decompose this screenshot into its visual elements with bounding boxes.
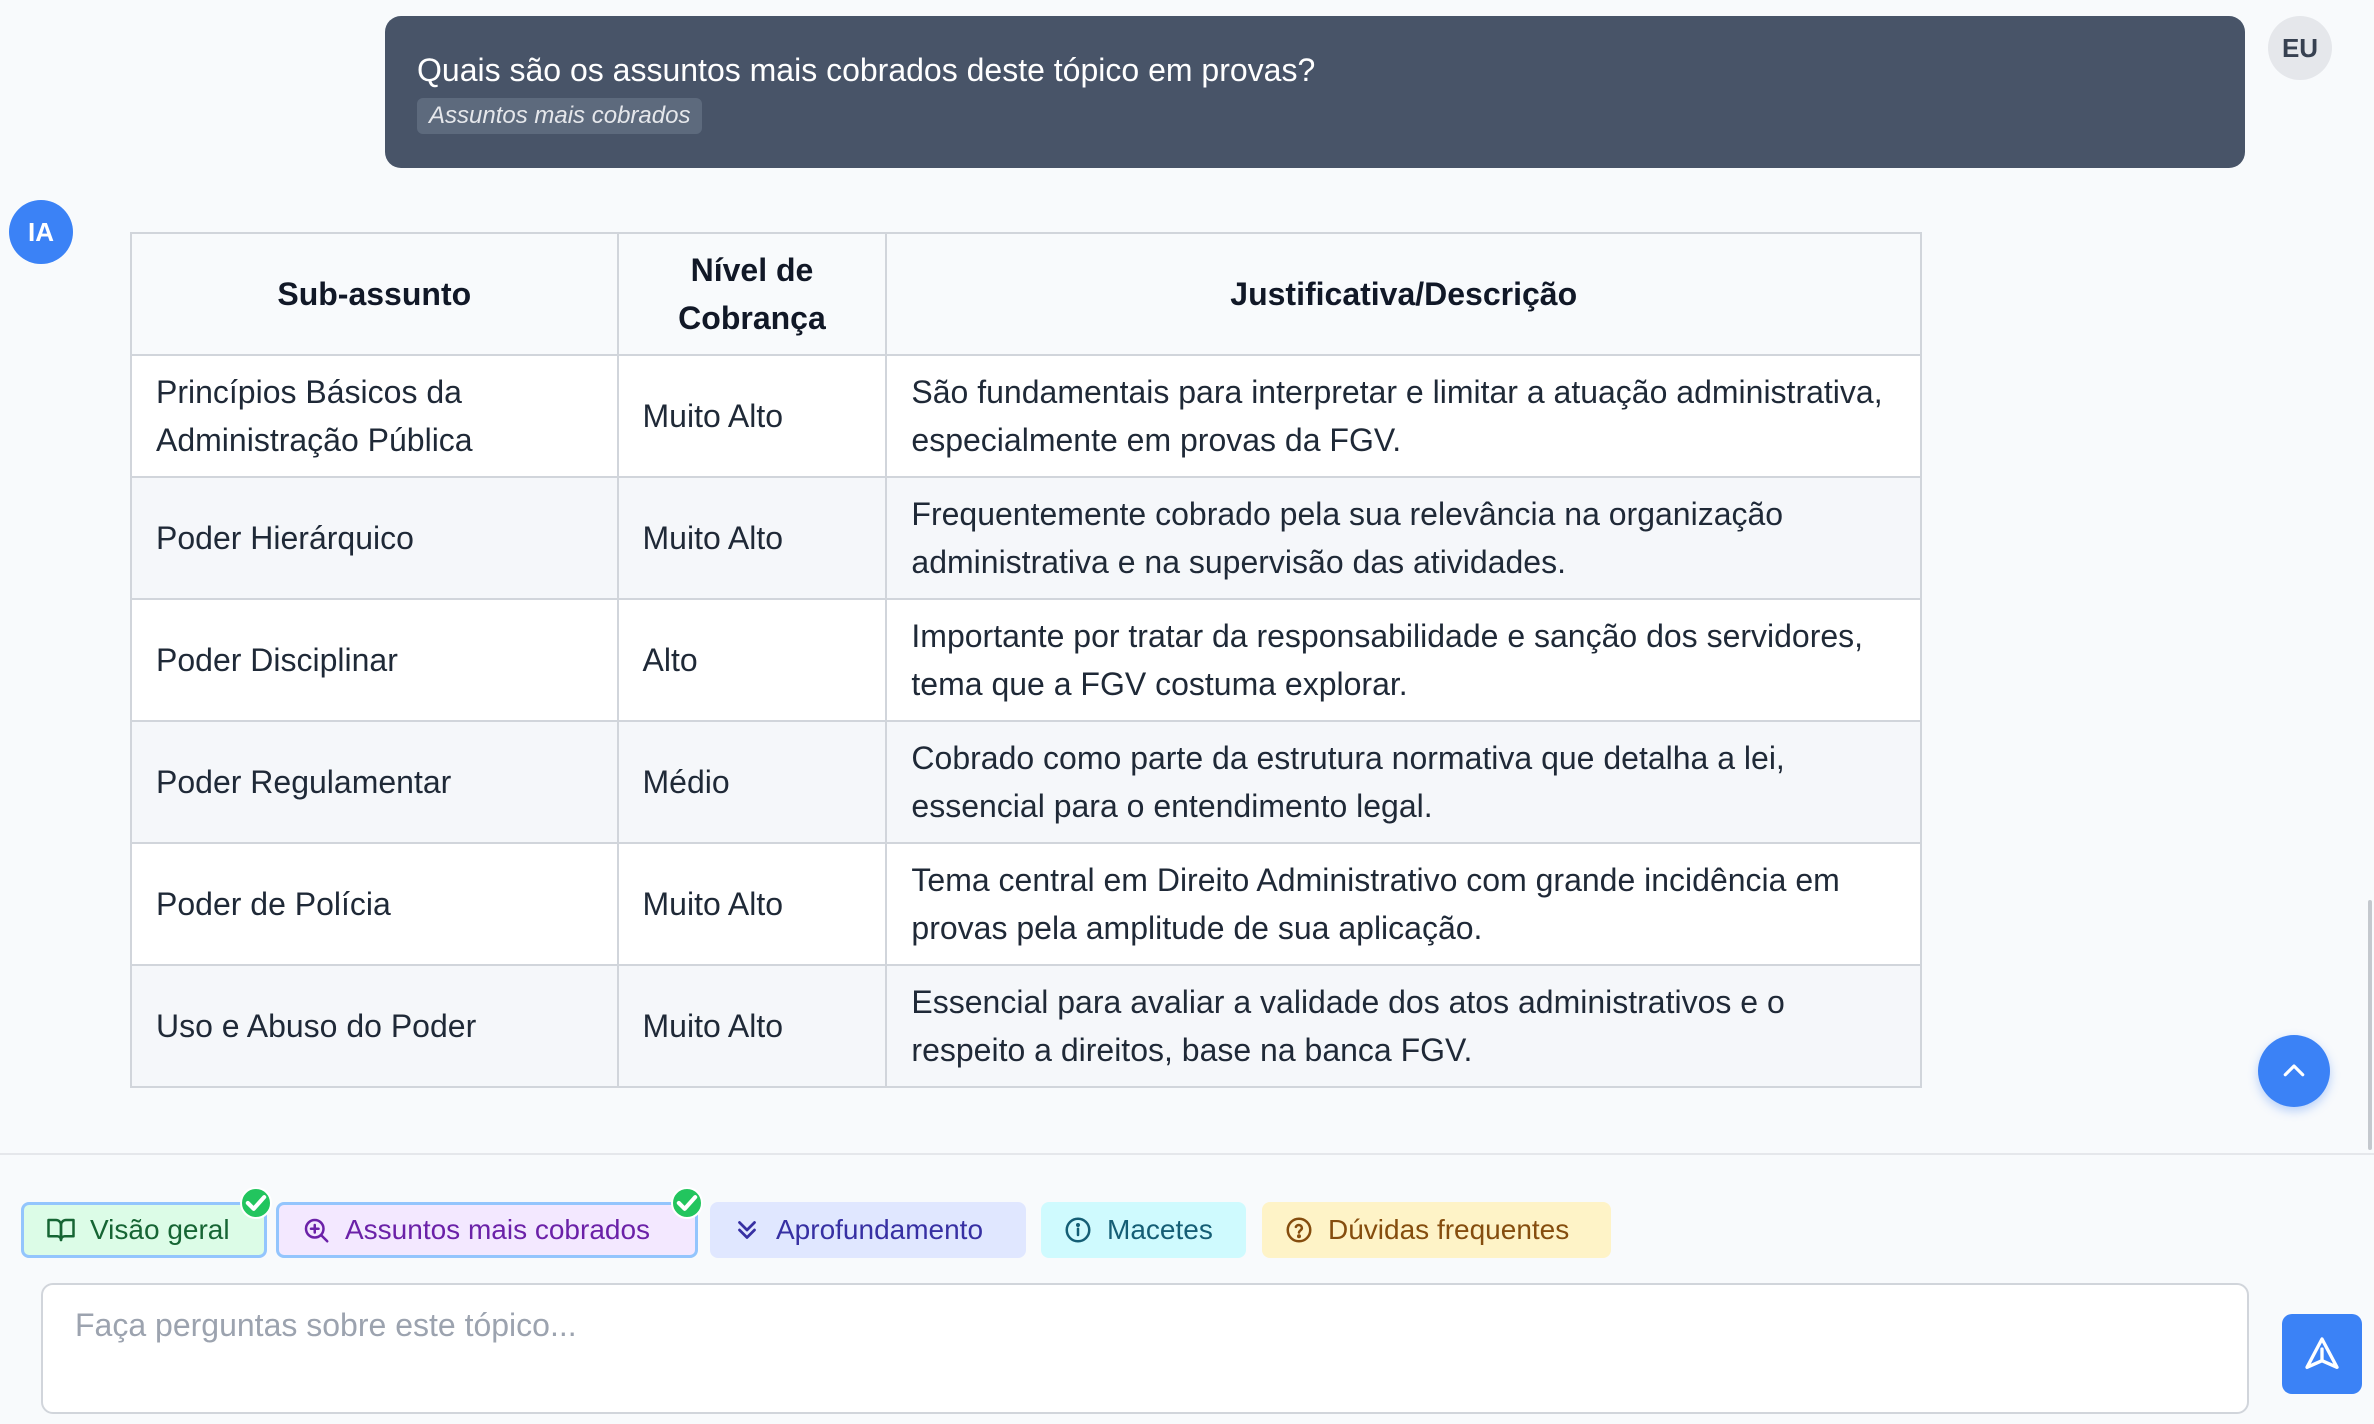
chat-messages-area: Quais são os assuntos mais cobrados dest… — [0, 0, 2374, 1153]
table-cell-description: Essencial para avaliar a validade dos at… — [885, 964, 1922, 1088]
table-row: Poder Disciplinar Alto Importante por tr… — [130, 598, 1922, 722]
table-cell-level: Alto — [616, 598, 888, 722]
quick-action-visao-geral[interactable]: Visão geral — [21, 1187, 272, 1258]
table-header-cell: Nível de Cobrança — [616, 232, 888, 356]
table-row: Princípios Básicos da Administração Públ… — [130, 354, 1922, 478]
search-plus-icon — [304, 1218, 329, 1243]
quick-action-label: Dúvidas frequentes — [1328, 1214, 1570, 1245]
table-header-row: Sub-assunto Nível de Cobrança Justificat… — [130, 232, 1922, 356]
table-cell-description: Importante por tratar da responsabilidad… — [885, 598, 1922, 722]
question-topic-tag: Assuntos mais cobrados — [417, 98, 703, 134]
check-icon — [240, 1187, 272, 1219]
send-button[interactable] — [2282, 1314, 2362, 1394]
table-cell-subject: Poder de Polícia — [130, 842, 619, 966]
quick-action-macetes[interactable]: Macetes — [1041, 1202, 1246, 1258]
table-cell-level: Muito Alto — [616, 354, 888, 478]
quick-action-assuntos-mais-cobrados[interactable]: Assuntos mais cobrados — [276, 1187, 703, 1258]
scroll-to-top-button[interactable] — [2258, 1035, 2330, 1107]
table-row: Poder Regulamentar Médio Cobrado como pa… — [130, 720, 1922, 844]
user-message-bubble: Quais são os assuntos mais cobrados dest… — [385, 16, 2245, 168]
send-icon — [2305, 1337, 2339, 1369]
book-open-icon — [47, 1218, 75, 1242]
quick-action-label: Aprofundamento — [776, 1214, 984, 1245]
table-cell-level: Médio — [616, 720, 888, 844]
quick-action-aprofundamento[interactable]: Aprofundamento — [710, 1202, 1026, 1258]
table-cell-level: Muito Alto — [616, 964, 888, 1088]
table-cell-level: Muito Alto — [616, 476, 888, 600]
table-row: Poder de Polícia Muito Alto Tema central… — [130, 842, 1922, 966]
table-cell-subject: Poder Hierárquico — [130, 476, 619, 600]
quick-action-label: Visão geral — [90, 1214, 230, 1245]
quick-action-duvidas-frequentes[interactable]: Dúvidas frequentes — [1262, 1202, 1611, 1258]
user-avatar: EU — [2268, 16, 2332, 80]
table-row: Poder Hierárquico Muito Alto Frequenteme… — [130, 476, 1922, 600]
table-cell-subject: Uso e Abuso do Poder — [130, 964, 619, 1088]
ai-avatar: IA — [9, 200, 73, 264]
table-header-cell: Sub-assunto — [130, 232, 619, 356]
table-cell-description: Tema central em Direito Administrativo c… — [885, 842, 1922, 966]
table-cell-description: São fundamentais para interpretar e limi… — [885, 354, 1922, 478]
quick-action-label: Macetes — [1107, 1214, 1213, 1245]
table-cell-description: Cobrado como parte da estrutura normativ… — [885, 720, 1922, 844]
check-icon — [671, 1187, 703, 1219]
table-cell-subject: Princípios Básicos da Administração Públ… — [130, 354, 619, 478]
topics-table: Sub-assunto Nível de Cobrança Justificat… — [130, 232, 1922, 1088]
question-input[interactable] — [41, 1283, 2249, 1414]
quick-action-label: Assuntos mais cobrados — [345, 1214, 651, 1245]
chevron-up-icon — [2283, 1064, 2305, 1077]
help-circle-icon — [1286, 1217, 1312, 1243]
table-header-cell: Justificativa/Descrição — [885, 232, 1922, 356]
scrollbar-thumb[interactable] — [2368, 900, 2372, 1150]
table-cell-subject: Poder Regulamentar — [130, 720, 619, 844]
user-question-text: Quais são os assuntos mais cobrados dest… — [417, 52, 1316, 88]
chevrons-down-icon — [738, 1221, 756, 1239]
table-cell-subject: Poder Disciplinar — [130, 598, 619, 722]
table-row: Uso e Abuso do Poder Muito Alto Essencia… — [130, 964, 1922, 1088]
table-cell-level: Muito Alto — [616, 842, 888, 966]
info-icon — [1065, 1217, 1091, 1243]
table-cell-description: Frequentemente cobrado pela sua relevânc… — [885, 476, 1922, 600]
